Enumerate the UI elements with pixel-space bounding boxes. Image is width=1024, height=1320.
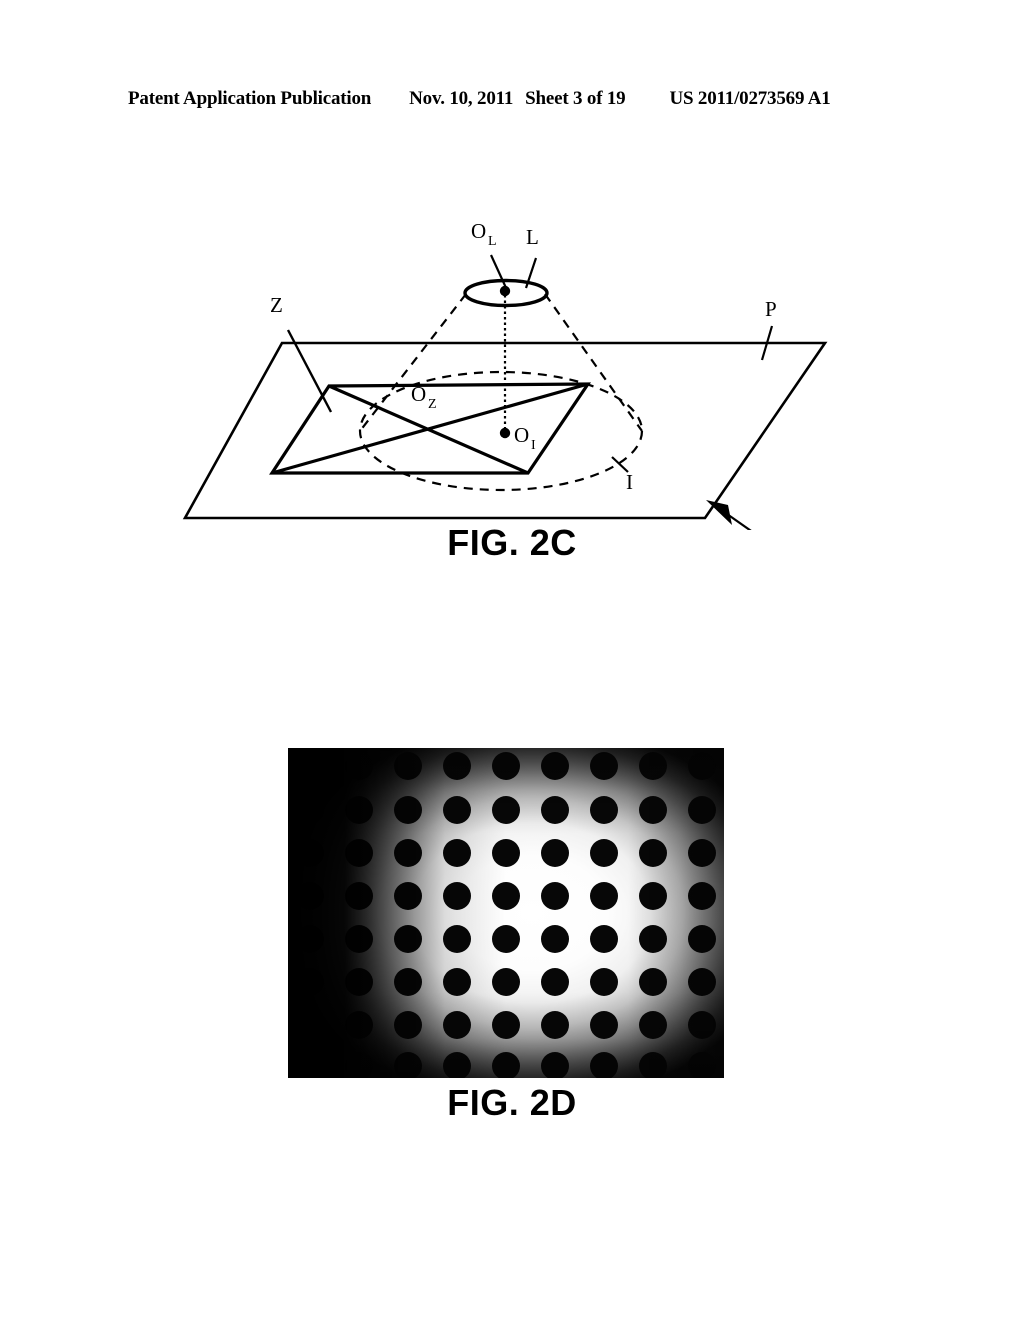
figure-2c: O L L Z P O Z O I I C FIG. 2C (0, 200, 1024, 590)
figure-2c-caption: FIG. 2C (447, 522, 577, 563)
label-oz-subscript: Z (428, 397, 437, 412)
dot-grid-photo (288, 748, 724, 1078)
label-oi-subscript: I (531, 438, 536, 453)
leader-line-ol (489, 254, 509, 291)
label-i: I (626, 470, 633, 494)
figure-2d-caption: FIG. 2D (447, 1082, 577, 1123)
label-oz: O (411, 382, 426, 406)
header-publication-date: Nov. 10, 2011 (409, 88, 514, 109)
label-p: P (765, 297, 777, 321)
header-sheet-number: Sheet 3 of 19 (525, 88, 626, 109)
cone-edge-left (359, 293, 467, 432)
photo-bottom-falloff (288, 748, 724, 1078)
target-center-dot-oi (499, 427, 511, 439)
header-patent-number: US 2011/0273569 A1 (669, 88, 831, 109)
label-z: Z (270, 293, 283, 317)
header-publication-title: Patent Application Publication (128, 88, 372, 109)
page-header: Patent Application Publication Nov. 10, … (128, 88, 896, 116)
label-l: L (526, 225, 539, 249)
label-oi: O (514, 423, 529, 447)
label-ol-subscript: L (488, 234, 497, 249)
label-ol: O (471, 219, 486, 243)
figure-2d: FIG. 2D (0, 730, 1024, 1150)
cone-edge-right (544, 293, 643, 432)
figure-2d-photograph (288, 748, 724, 1078)
figure-2c-drawing: O L L Z P O Z O I I C (182, 219, 828, 530)
